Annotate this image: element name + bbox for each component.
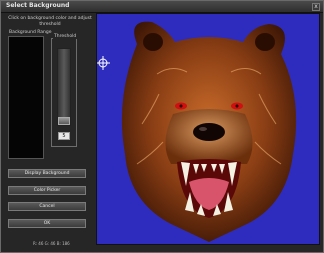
color-picker-button[interactable]: Color Picker xyxy=(8,186,86,195)
threshold-slider-thumb[interactable] xyxy=(58,117,70,125)
bear-image xyxy=(121,21,297,242)
background-range-swatch xyxy=(8,36,44,159)
background-range-label: Background Range xyxy=(9,30,52,35)
crosshair-icon xyxy=(97,56,110,70)
display-background-button[interactable]: Display Background xyxy=(8,169,86,178)
image-preview[interactable] xyxy=(96,13,320,245)
window-title: Select Background xyxy=(6,2,70,9)
threshold-slider[interactable] xyxy=(57,48,71,126)
cancel-button[interactable]: Cancel xyxy=(8,202,86,211)
threshold-label: Threshold xyxy=(53,34,78,39)
select-background-dialog: Select Background x Click on background … xyxy=(0,0,324,253)
instruction-text: Click on background color and adjust thr… xyxy=(8,16,92,27)
close-button[interactable]: x xyxy=(312,3,320,11)
ok-button[interactable]: OK xyxy=(8,219,86,228)
pixel-color-readout: R: 46 G: 46 B: 186 xyxy=(33,241,70,246)
title-bar[interactable]: Select Background x xyxy=(1,1,323,13)
threshold-value[interactable]: 5 xyxy=(58,132,70,140)
